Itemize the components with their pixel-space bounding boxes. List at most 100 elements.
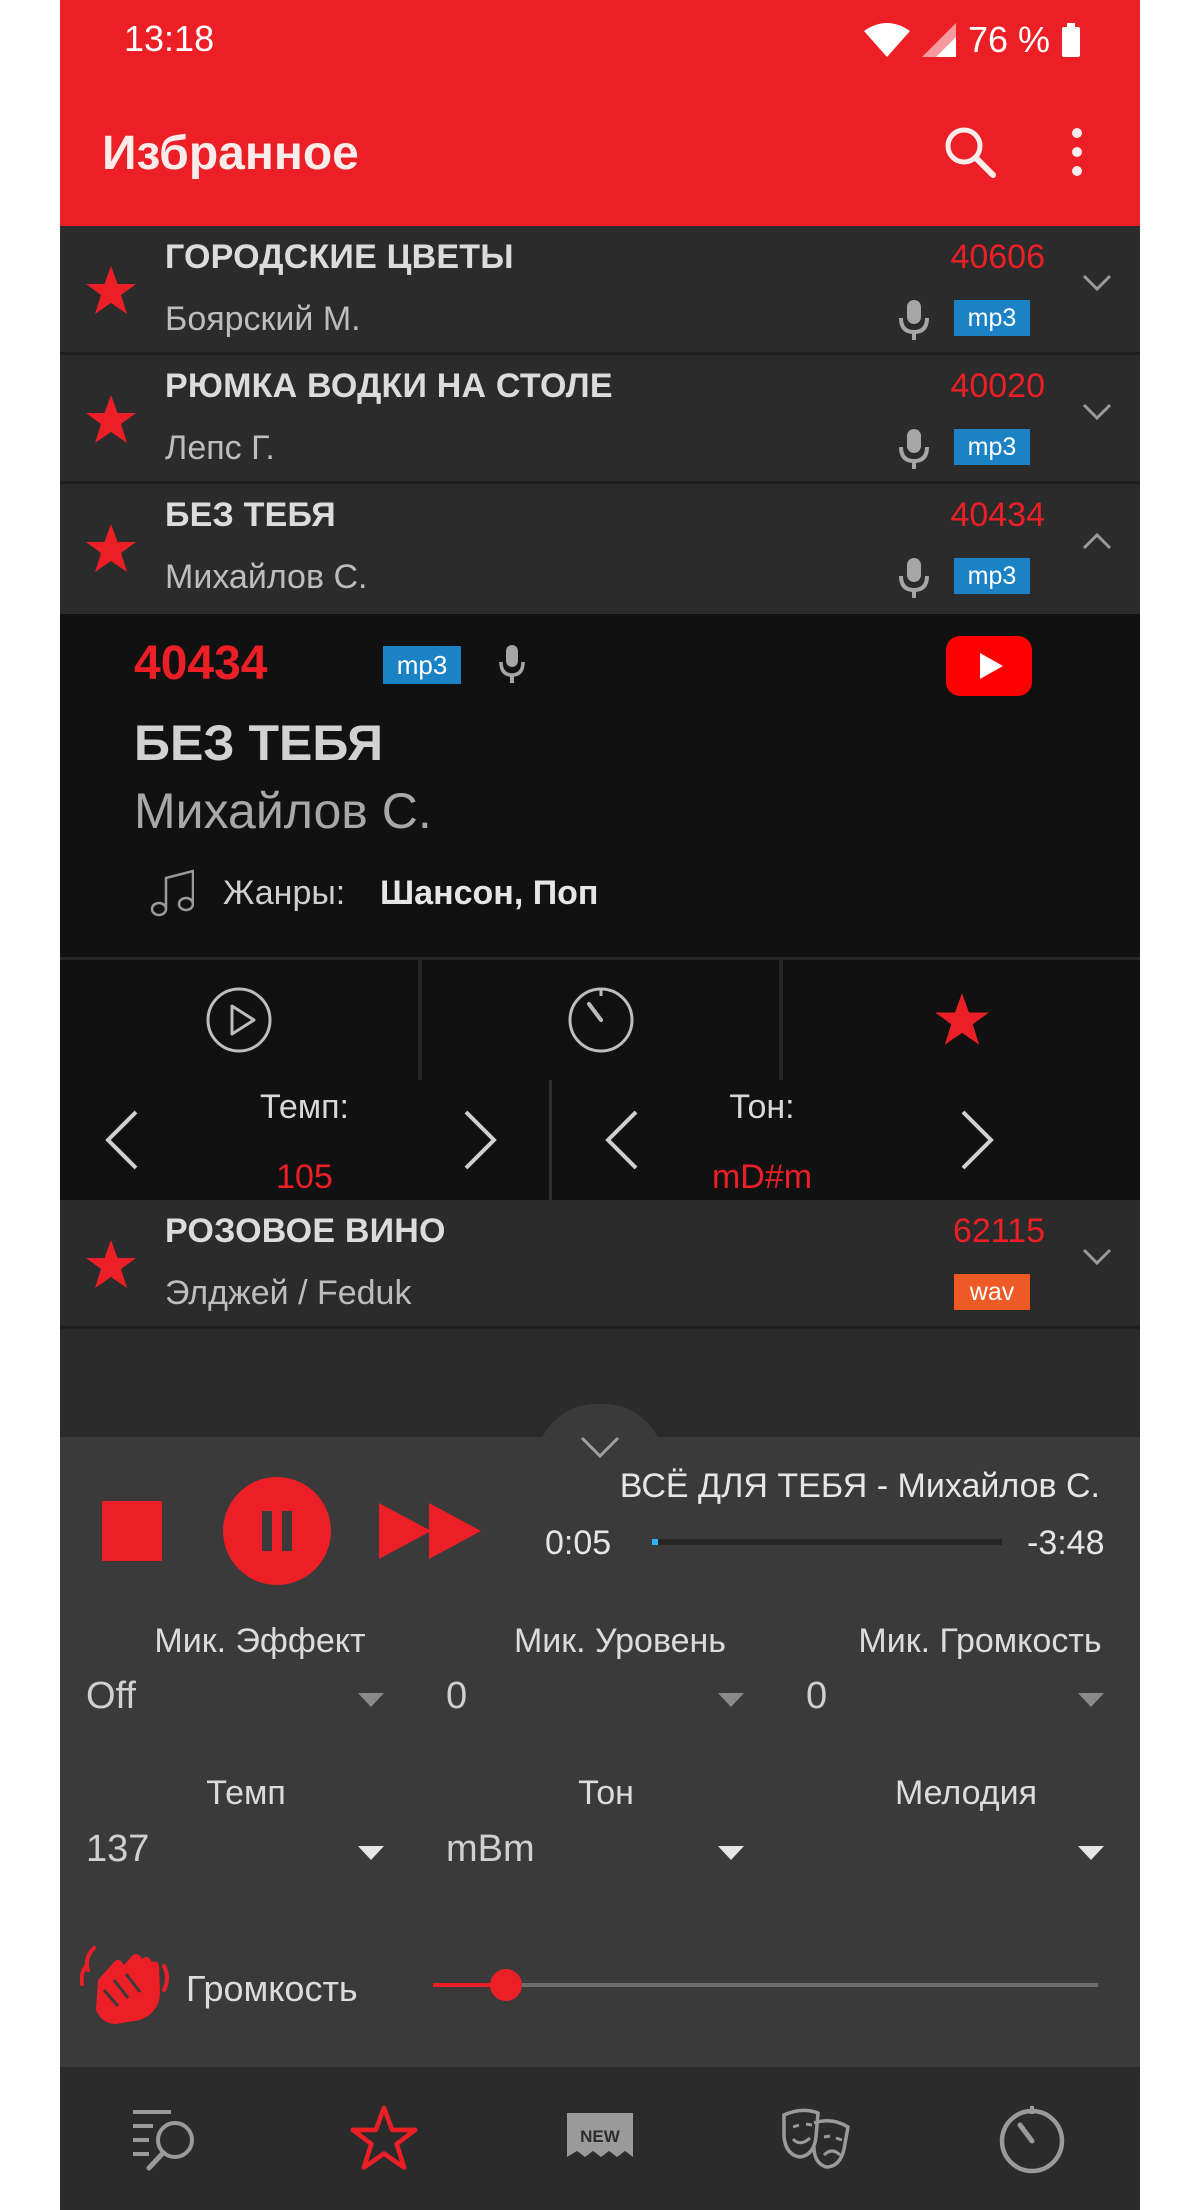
progress-fill bbox=[652, 1539, 658, 1545]
timer-button[interactable] bbox=[422, 960, 780, 1080]
key-select[interactable]: mBm bbox=[446, 1828, 766, 1878]
tempo-select[interactable]: 137 bbox=[86, 1828, 406, 1878]
key-select-value: mBm bbox=[446, 1828, 535, 1870]
volume-slider-thumb[interactable] bbox=[490, 1969, 523, 2001]
song-number: 40606 bbox=[950, 238, 1045, 276]
favorite-star-icon[interactable] bbox=[84, 522, 138, 576]
favorite-star-icon[interactable] bbox=[84, 264, 138, 318]
progress-bar[interactable] bbox=[652, 1539, 1002, 1545]
song-row[interactable]: РЮМКА ВОДКИ НА СТОЛЕ Лепс Г. 40020 mp3 bbox=[60, 355, 1140, 484]
song-number: 62115 bbox=[952, 1212, 1045, 1250]
dropdown-caret-icon bbox=[358, 1693, 384, 1707]
applause-icon[interactable] bbox=[80, 1940, 170, 2030]
chevron-down-icon[interactable] bbox=[580, 1436, 620, 1458]
format-badge: mp3 bbox=[954, 558, 1030, 594]
tempo-select-value: 137 bbox=[86, 1828, 150, 1870]
format-badge: mp3 bbox=[954, 429, 1030, 465]
play-song-button[interactable] bbox=[60, 960, 418, 1080]
cell-signal-icon bbox=[921, 23, 956, 57]
genres-label: Жанры: bbox=[223, 874, 346, 912]
remaining-time: -3:48 bbox=[1027, 1524, 1105, 1562]
star-icon bbox=[935, 993, 989, 1045]
tempo-key-panel: Темп: 105 Тон: mD#m bbox=[60, 1080, 1140, 1200]
mic-level-select[interactable]: 0 bbox=[446, 1675, 766, 1725]
mic-volume-label: Мик. Громкость bbox=[858, 1622, 1102, 1660]
song-artist: Михайлов С. bbox=[165, 558, 368, 596]
mic-level-label: Мик. Уровень bbox=[513, 1622, 727, 1660]
microphone-icon bbox=[899, 300, 929, 340]
detail-song-title: БЕЗ ТЕБЯ bbox=[134, 715, 384, 771]
more-menu-icon[interactable] bbox=[1065, 125, 1089, 179]
volume-label: Громкость bbox=[186, 1968, 358, 2009]
genres-value: Шансон, Поп bbox=[380, 874, 599, 912]
chevron-down-icon[interactable] bbox=[1082, 1248, 1112, 1266]
wifi-icon bbox=[863, 23, 910, 57]
favorite-star-icon[interactable] bbox=[84, 393, 138, 447]
song-title: РОЗОВОЕ ВИНО bbox=[165, 1212, 446, 1250]
mic-effect-label: Мик. Эффект bbox=[154, 1622, 366, 1660]
mic-volume-value: 0 bbox=[806, 1675, 828, 1717]
tempo-increase-icon[interactable] bbox=[460, 1108, 500, 1172]
mic-volume-select[interactable]: 0 bbox=[806, 1675, 1126, 1725]
nav-favorites[interactable] bbox=[276, 2067, 492, 2210]
volume-slider[interactable] bbox=[433, 1969, 1098, 2001]
nav-theater[interactable] bbox=[708, 2067, 924, 2210]
tempo-control: Темп: 105 bbox=[60, 1080, 549, 1200]
detail-format-badge: mp3 bbox=[383, 646, 461, 684]
song-artist: Элджей / Feduk bbox=[165, 1274, 412, 1312]
nav-timer[interactable] bbox=[924, 2067, 1140, 2210]
status-time: 13:18 bbox=[124, 18, 215, 59]
mic-effect-select[interactable]: Off bbox=[86, 1675, 406, 1725]
pause-button[interactable] bbox=[223, 1477, 331, 1585]
song-number: 40434 bbox=[950, 496, 1045, 534]
page-title: Избранное bbox=[102, 127, 359, 180]
song-row[interactable]: БЕЗ ТЕБЯ Михайлов С. 40434 mp3 bbox=[60, 484, 1140, 614]
melody-select[interactable] bbox=[806, 1828, 1126, 1878]
chevron-up-icon[interactable] bbox=[1082, 532, 1112, 550]
song-artist: Боярский М. bbox=[165, 300, 361, 338]
key-label: Тон: bbox=[729, 1088, 795, 1126]
music-note-icon bbox=[150, 869, 194, 917]
format-badge: wav bbox=[954, 1274, 1030, 1310]
theater-masks-icon bbox=[782, 2108, 850, 2169]
song-artist: Лепс Г. bbox=[165, 429, 275, 467]
detail-song-number: 40434 bbox=[134, 637, 268, 690]
favorite-toggle-button[interactable] bbox=[783, 960, 1140, 1080]
app-bar: 13:18 76 % Избранное bbox=[60, 0, 1140, 226]
new-badge-icon: NEW bbox=[567, 2112, 633, 2157]
tempo-select-label: Темп bbox=[206, 1774, 286, 1812]
pause-bar bbox=[282, 1511, 292, 1551]
song-actions bbox=[60, 957, 1140, 1083]
favorite-star-icon[interactable] bbox=[84, 1238, 138, 1292]
play-circle-icon bbox=[206, 987, 272, 1053]
search-icon[interactable] bbox=[943, 125, 997, 179]
melody-select-label: Мелодия bbox=[894, 1774, 1038, 1812]
dropdown-caret-icon bbox=[1078, 1693, 1104, 1707]
key-increase-icon[interactable] bbox=[957, 1108, 997, 1172]
key-select-label: Тон bbox=[578, 1774, 634, 1812]
now-playing-title: ВСЁ ДЛЯ ТЕБЯ - Михайлов С. bbox=[619, 1467, 1100, 1505]
timer-icon bbox=[568, 987, 634, 1053]
dropdown-caret-icon bbox=[358, 1846, 384, 1860]
chevron-down-icon[interactable] bbox=[1082, 274, 1112, 292]
song-number: 40020 bbox=[950, 367, 1045, 405]
timer-icon bbox=[999, 2105, 1065, 2173]
fast-forward-icon[interactable] bbox=[379, 1503, 483, 1559]
dropdown-caret-icon bbox=[718, 1693, 744, 1707]
star-outline-icon bbox=[350, 2105, 418, 2170]
song-row[interactable]: РОЗОВОЕ ВИНО Элджей / Feduk 62115 wav bbox=[60, 1200, 1140, 1329]
chevron-down-icon[interactable] bbox=[1082, 403, 1112, 421]
song-detail-card: 40434 mp3 БЕЗ ТЕБЯ Михайлов С. Жанры: Ша… bbox=[60, 614, 1140, 957]
microphone-icon bbox=[899, 429, 929, 469]
stop-button[interactable] bbox=[102, 1501, 162, 1561]
dropdown-caret-icon bbox=[1078, 1846, 1104, 1860]
song-row[interactable]: ГОРОДСКИЕ ЦВЕТЫ Боярский М. 40606 mp3 bbox=[60, 226, 1140, 355]
format-badge: mp3 bbox=[954, 300, 1030, 336]
key-control: Тон: mD#m bbox=[552, 1080, 1069, 1200]
nav-search-list[interactable] bbox=[60, 2067, 276, 2210]
new-badge-text: NEW bbox=[580, 2127, 621, 2146]
microphone-icon bbox=[499, 645, 525, 683]
nav-new[interactable]: NEW bbox=[492, 2067, 708, 2210]
youtube-icon[interactable] bbox=[946, 636, 1032, 696]
bottom-nav: NEW bbox=[60, 2067, 1140, 2210]
